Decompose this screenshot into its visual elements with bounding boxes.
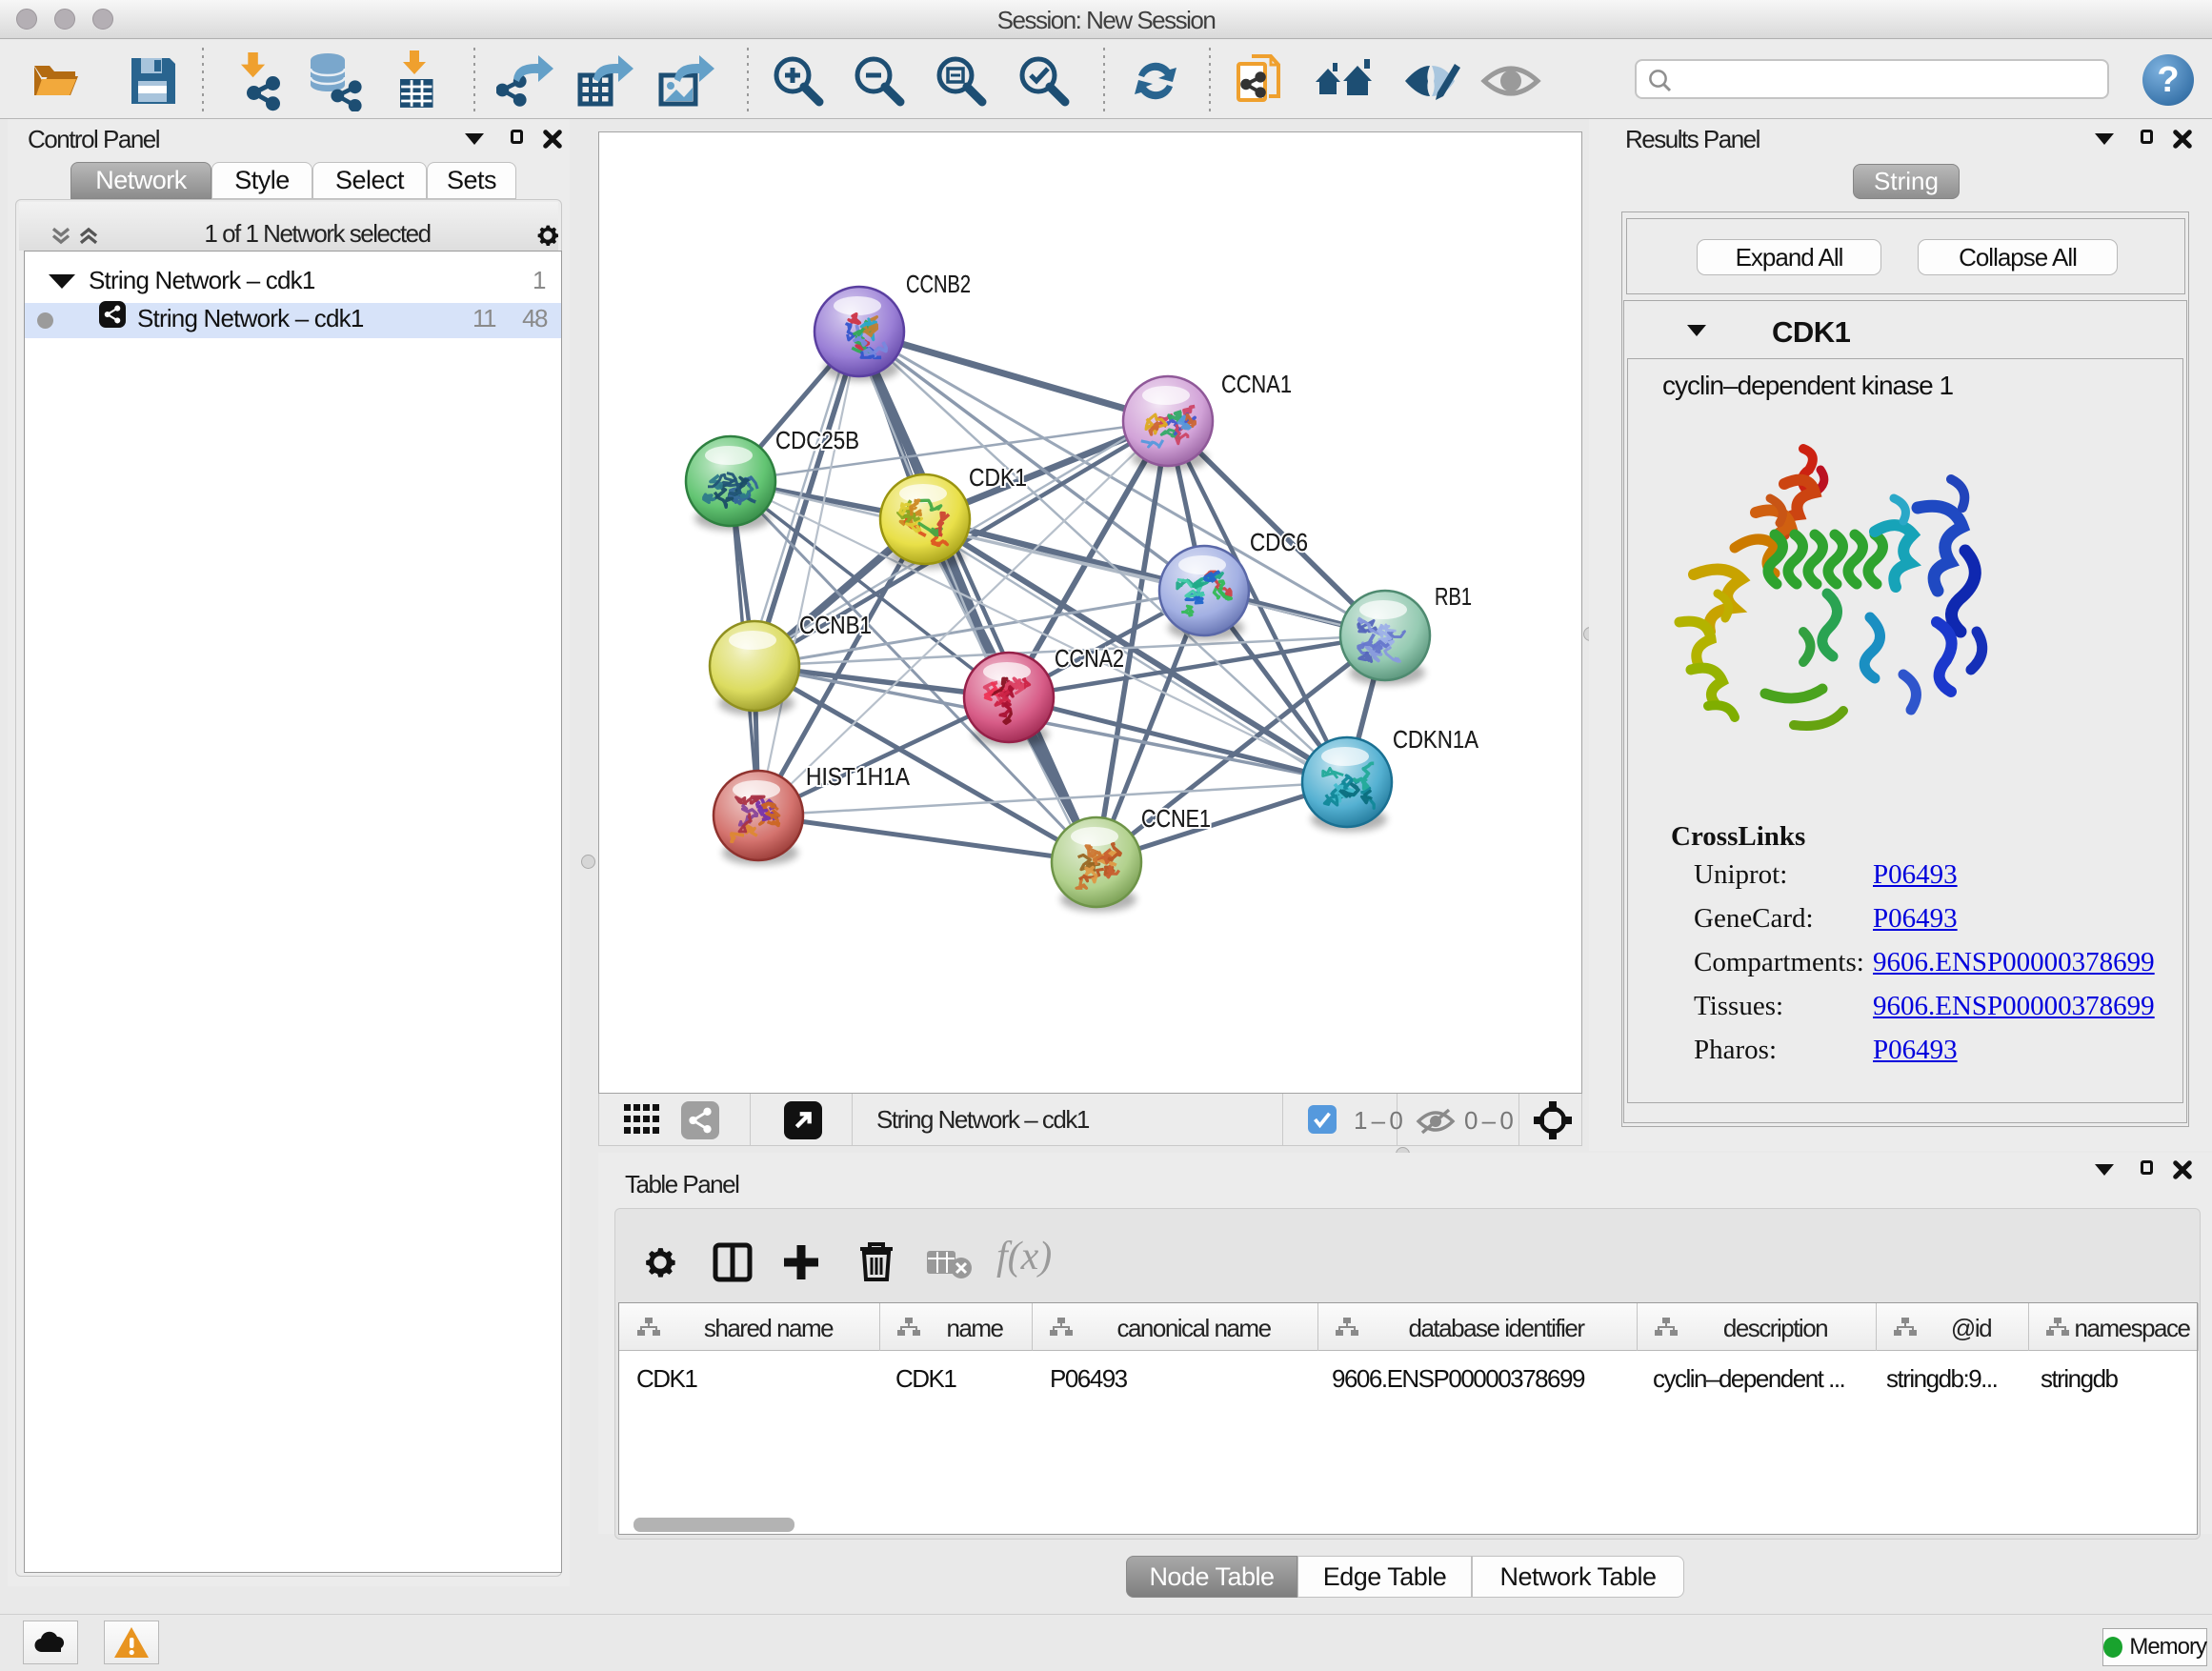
svg-text:CDC25B: CDC25B [775, 426, 859, 454]
svg-text:CDC6: CDC6 [1250, 528, 1308, 556]
svg-text:CDKN1A: CDKN1A [1393, 725, 1479, 754]
svg-text:RB1: RB1 [1435, 582, 1472, 611]
svg-text:CCNA2: CCNA2 [1055, 644, 1124, 673]
svg-text:CCNB2: CCNB2 [906, 270, 971, 298]
svg-text:CCNB1: CCNB1 [799, 611, 872, 639]
svg-text:HIST1H1A: HIST1H1A [806, 762, 911, 791]
svg-text:CCNA1: CCNA1 [1221, 370, 1292, 398]
svg-text:CDK1: CDK1 [969, 463, 1027, 492]
svg-text:CCNE1: CCNE1 [1141, 804, 1211, 833]
